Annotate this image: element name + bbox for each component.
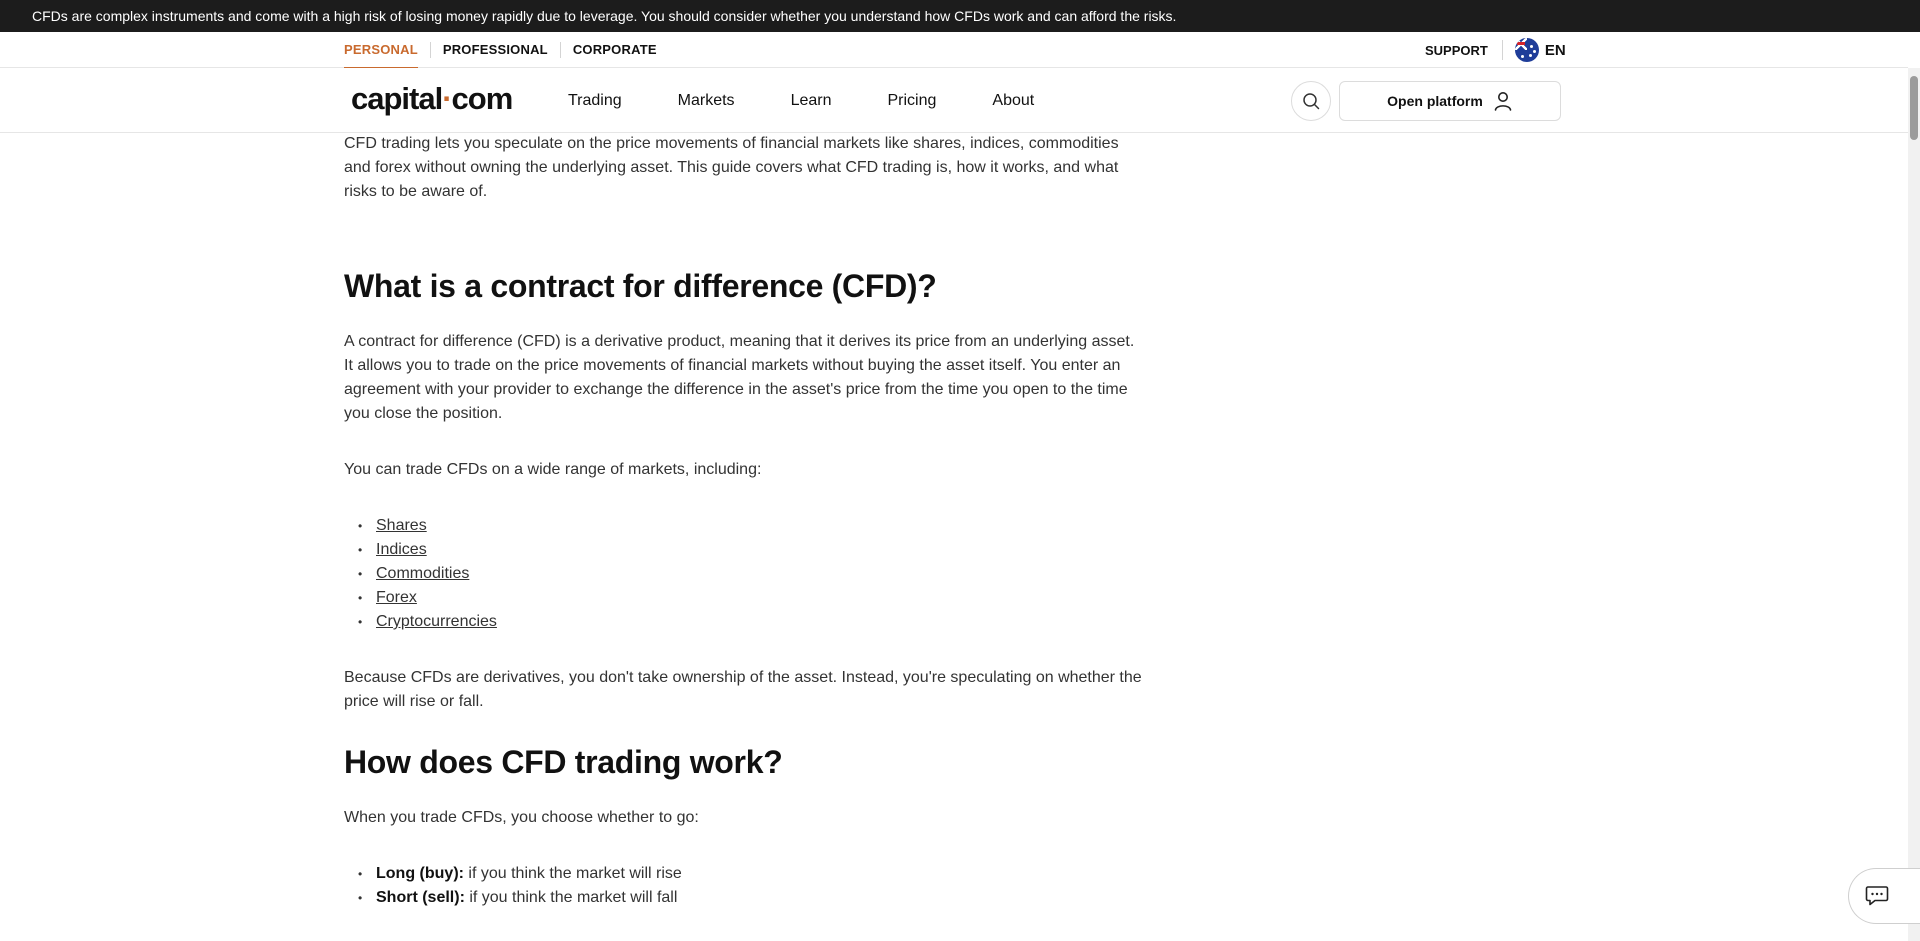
search-button[interactable] bbox=[1291, 81, 1331, 121]
markets-intro-paragraph: You can trade CFDs on a wide range of ma… bbox=[344, 461, 762, 478]
commodities-link[interactable]: Commodities bbox=[376, 565, 469, 582]
list-item: Cryptocurrencies bbox=[344, 610, 1144, 634]
menu-item-pricing[interactable]: Pricing bbox=[887, 92, 936, 110]
what-is-cfd-paragraph: A contract for difference (CFD) is a der… bbox=[344, 333, 1135, 422]
top-right-links: SUPPORT EN bbox=[1425, 32, 1566, 68]
list-item: Long (buy): if you think the market will… bbox=[344, 862, 1144, 886]
short-label: Short (sell): bbox=[376, 889, 465, 906]
list-item: Forex bbox=[344, 586, 1144, 610]
top-nav: PERSONAL PROFESSIONAL CORPORATE SUPPORT … bbox=[0, 32, 1908, 69]
scrollbar-thumb[interactable] bbox=[1910, 76, 1918, 140]
risk-warning-bar: CFDs are complex instruments and come wi… bbox=[0, 0, 1920, 32]
chat-icon bbox=[1865, 886, 1889, 906]
long-label: Long (buy): bbox=[376, 865, 464, 882]
segment-personal[interactable]: PERSONAL bbox=[344, 32, 430, 69]
intro-paragraph: CFD trading lets you speculate on the pr… bbox=[344, 135, 1119, 200]
main-nav: capital·com Trading Markets Learn Pricin… bbox=[0, 68, 1908, 133]
capital-com-logo[interactable]: capital·com bbox=[351, 81, 513, 117]
divider bbox=[1501, 40, 1503, 60]
list-item: Short (sell): if you think the market wi… bbox=[344, 886, 1144, 910]
menu-item-trading[interactable]: Trading bbox=[568, 92, 622, 110]
derivatives-paragraph: Because CFDs are derivatives, you don't … bbox=[344, 669, 1142, 710]
menu-item-learn[interactable]: Learn bbox=[791, 92, 832, 110]
user-icon bbox=[1494, 92, 1512, 111]
page-scrollbar[interactable] bbox=[1908, 68, 1920, 941]
article-content: CFD trading lets you speculate on the pr… bbox=[344, 128, 1144, 910]
indices-link[interactable]: Indices bbox=[376, 541, 427, 558]
chat-button[interactable] bbox=[1848, 868, 1920, 924]
menu-item-markets[interactable]: Markets bbox=[678, 92, 735, 110]
segment-professional[interactable]: PROFESSIONAL bbox=[431, 32, 560, 68]
cryptocurrencies-link[interactable]: Cryptocurrencies bbox=[376, 613, 497, 630]
segment-corporate[interactable]: CORPORATE bbox=[561, 32, 669, 68]
main-menu: Trading Markets Learn Pricing About bbox=[568, 68, 1090, 133]
forex-link[interactable]: Forex bbox=[376, 589, 417, 606]
short-text: if you think the market will fall bbox=[464, 889, 678, 906]
open-platform-label: Open platform bbox=[1387, 93, 1483, 109]
segment-links: PERSONAL PROFESSIONAL CORPORATE bbox=[344, 32, 669, 69]
directions-list: Long (buy): if you think the market will… bbox=[344, 862, 1144, 910]
search-icon bbox=[1303, 93, 1320, 110]
list-item: Commodities bbox=[344, 562, 1144, 586]
australia-flag-icon[interactable] bbox=[1514, 38, 1539, 62]
language-selector[interactable]: EN bbox=[1545, 42, 1566, 59]
shares-link[interactable]: Shares bbox=[376, 517, 427, 534]
list-item: Shares bbox=[344, 514, 1144, 538]
how-cfd-works-paragraph: When you trade CFDs, you choose whether … bbox=[344, 809, 699, 826]
heading-what-is-cfd: What is a contract for difference (CFD)? bbox=[344, 268, 937, 304]
list-item: Indices bbox=[344, 538, 1144, 562]
menu-item-about[interactable]: About bbox=[992, 92, 1034, 110]
markets-list: Shares Indices Commodities Forex Cryptoc… bbox=[344, 514, 1144, 634]
heading-how-cfd-works: How does CFD trading work? bbox=[344, 744, 783, 780]
long-text: if you think the market will rise bbox=[463, 865, 682, 882]
open-platform-button[interactable]: Open platform bbox=[1339, 81, 1561, 121]
support-link[interactable]: SUPPORT bbox=[1425, 43, 1502, 58]
